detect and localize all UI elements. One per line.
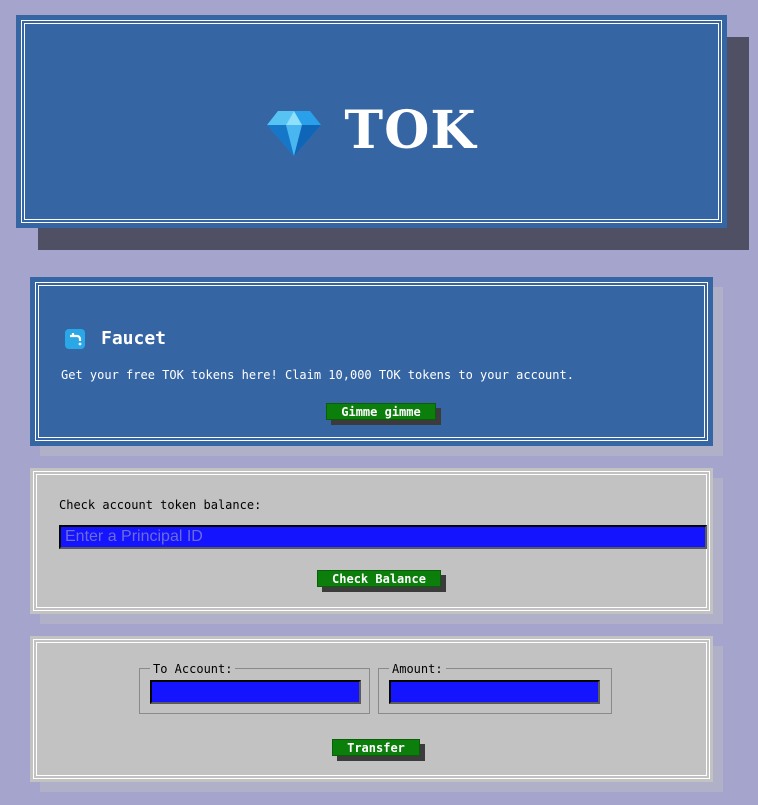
faucet-border: Faucet Get your free TOK tokens here! Cl…: [35, 282, 708, 441]
header-title-row: TOK: [16, 98, 727, 162]
faucet-description: Get your free TOK tokens here! Claim 10,…: [61, 368, 574, 382]
app-title: TOK: [344, 99, 477, 161]
header-banner: TOK: [16, 15, 727, 228]
to-account-fieldset: To Account:: [139, 662, 370, 714]
amount-input[interactable]: [389, 680, 600, 704]
balance-panel: Check account token balance: Enter a Pri…: [30, 468, 713, 614]
transfer-border: To Account: Amount: Transfer: [33, 639, 710, 779]
faucet-title: Faucet: [101, 328, 167, 349]
balance-border: Check account token balance: Enter a Pri…: [33, 471, 710, 611]
amount-label: Amount:: [389, 662, 446, 676]
to-account-input[interactable]: [150, 680, 361, 704]
transfer-button[interactable]: Transfer: [332, 739, 420, 756]
faucet-icon: [65, 329, 85, 349]
transfer-panel: To Account: Amount: Transfer: [30, 636, 713, 782]
faucet-panel: Faucet Get your free TOK tokens here! Cl…: [30, 277, 713, 446]
balance-label: Check account token balance:: [59, 498, 262, 512]
to-account-label: To Account:: [150, 662, 236, 676]
amount-fieldset: Amount:: [378, 662, 612, 714]
diamond-gem-icon: [267, 111, 322, 156]
check-balance-button[interactable]: Check Balance: [317, 570, 441, 587]
principal-id-input[interactable]: Enter a Principal ID: [59, 525, 707, 549]
gimme-button[interactable]: Gimme gimme: [326, 403, 436, 420]
